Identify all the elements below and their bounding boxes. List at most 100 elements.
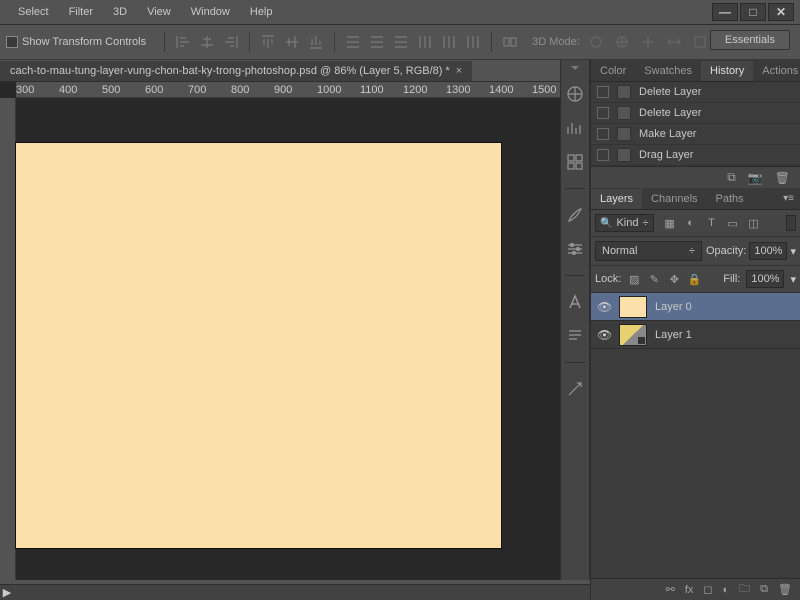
lock-position-icon[interactable]: ✥	[667, 273, 681, 286]
character-icon[interactable]	[565, 292, 585, 312]
window-maximize-button[interactable]: □	[740, 3, 766, 21]
document-tab[interactable]: cach-to-mau-tung-layer-vung-chon-bat-ky-…	[0, 61, 472, 81]
snapshot-icon[interactable]: 📷	[748, 171, 763, 185]
lock-all-icon[interactable]: 🔒	[687, 273, 701, 286]
pan-3d-icon[interactable]	[638, 32, 658, 52]
filter-adjust-icon[interactable]: ◐	[683, 215, 699, 231]
layer-name[interactable]: Layer 1	[655, 329, 692, 341]
info-icon[interactable]	[565, 152, 585, 172]
link-layers-icon[interactable]: ⚯	[666, 583, 675, 596]
delete-layer-icon[interactable]: 🗑	[778, 583, 792, 596]
filter-smart-icon[interactable]: ◫	[746, 215, 762, 231]
filter-type-icon[interactable]: T	[704, 215, 720, 231]
layer-mask-icon[interactable]: ◻	[703, 583, 712, 596]
tab-color[interactable]: Color	[591, 61, 635, 81]
filter-toggle[interactable]	[786, 215, 796, 231]
align-bottom-icon[interactable]	[306, 32, 326, 52]
menu-3d[interactable]: 3D	[103, 6, 137, 18]
layer-thumbnail[interactable]	[619, 296, 647, 318]
distribute-hcenter-icon[interactable]	[439, 32, 459, 52]
chevron-down-icon[interactable]: ▾	[790, 273, 796, 286]
menu-view[interactable]: View	[137, 6, 181, 18]
history-item[interactable]: Drag Layer	[591, 145, 800, 166]
slide-3d-icon[interactable]	[664, 32, 684, 52]
blend-opacity-row: Normal÷ Opacity: 100% ▾	[591, 237, 800, 266]
distribute-vcenter-icon[interactable]	[367, 32, 387, 52]
opacity-value[interactable]: 100%	[749, 242, 787, 260]
align-vcenter-icon[interactable]	[282, 32, 302, 52]
new-layer-icon[interactable]: ⧉	[760, 583, 768, 596]
tab-paths[interactable]: Paths	[707, 189, 753, 209]
menu-filter[interactable]: Filter	[59, 6, 103, 18]
workspace-switcher[interactable]: Essentials	[710, 30, 790, 50]
layer-item[interactable]: 👁 Layer 0	[591, 293, 800, 321]
canvas-area[interactable]	[16, 98, 590, 580]
history-brush-checkbox[interactable]	[597, 107, 609, 119]
menu-select[interactable]: Select	[8, 6, 59, 18]
align-top-icon[interactable]	[258, 32, 278, 52]
layer-fx-icon[interactable]: fx	[685, 584, 694, 596]
adjustments-icon[interactable]	[565, 239, 585, 259]
layer-thumbnail[interactable]	[619, 324, 647, 346]
brush-icon[interactable]	[565, 205, 585, 225]
align-right-icon[interactable]	[221, 32, 241, 52]
lock-transparent-icon[interactable]: ▨	[627, 273, 641, 286]
layer-name[interactable]: Layer 0	[655, 301, 692, 313]
history-item[interactable]: Make Layer	[591, 124, 800, 145]
history-brush-checkbox[interactable]	[597, 128, 609, 140]
distribute-top-icon[interactable]	[343, 32, 363, 52]
filter-kind-dropdown[interactable]: 🔍 Kind ÷	[595, 214, 654, 232]
properties-icon[interactable]	[565, 379, 585, 399]
navigator-icon[interactable]	[565, 84, 585, 104]
tab-swatches[interactable]: Swatches	[635, 61, 701, 81]
histogram-icon[interactable]	[565, 118, 585, 138]
history-state-label: Make Layer	[639, 128, 696, 140]
window-close-button[interactable]: ✕	[768, 3, 794, 21]
filter-shape-icon[interactable]: ▭	[725, 215, 741, 231]
history-item[interactable]: Delete Layer	[591, 82, 800, 103]
distribute-bottom-icon[interactable]	[391, 32, 411, 52]
menu-window[interactable]: Window	[181, 6, 240, 18]
history-brush-checkbox[interactable]	[597, 86, 609, 98]
layer-item[interactable]: 👁 Layer 1	[591, 321, 800, 349]
tab-layers[interactable]: Layers	[591, 189, 642, 209]
menu-help[interactable]: Help	[240, 6, 283, 18]
layer-group-icon[interactable]: 🗀	[739, 580, 750, 599]
history-state-label: Delete Layer	[639, 107, 701, 119]
ruler-vertical[interactable]	[0, 98, 16, 580]
orbit-3d-icon[interactable]	[586, 32, 606, 52]
play-icon[interactable]: ▶	[0, 586, 14, 600]
paragraph-icon[interactable]	[565, 326, 585, 346]
scale-3d-icon[interactable]	[690, 32, 710, 52]
horizontal-scrollbar[interactable]: ▶	[0, 584, 590, 600]
auto-align-icon[interactable]	[500, 32, 520, 52]
tab-history[interactable]: History	[701, 61, 753, 81]
visibility-icon[interactable]: 👁	[597, 300, 611, 314]
history-item[interactable]: Delete Layer	[591, 103, 800, 124]
distribute-right-icon[interactable]	[463, 32, 483, 52]
chevron-down-icon[interactable]: ▾	[790, 245, 796, 258]
tab-actions[interactable]: Actions	[753, 61, 800, 81]
artboard[interactable]	[16, 143, 501, 548]
new-doc-from-state-icon[interactable]: ⧉	[727, 170, 736, 185]
roll-3d-icon[interactable]	[612, 32, 632, 52]
show-transform-checkbox[interactable]	[6, 36, 18, 48]
layers-panel-menu-icon[interactable]: ▾≡	[777, 193, 800, 204]
opacity-label: Opacity:	[706, 245, 746, 257]
visibility-icon[interactable]: 👁	[597, 328, 611, 342]
lock-paint-icon[interactable]: ✎	[647, 273, 661, 286]
ruler-horizontal[interactable]: 3004005006007008009001000110012001300140…	[16, 82, 590, 98]
align-left-icon[interactable]	[173, 32, 193, 52]
dock-handle[interactable]	[567, 66, 583, 70]
window-minimize-button[interactable]: —	[712, 3, 738, 21]
fill-value[interactable]: 100%	[746, 270, 784, 288]
tab-channels[interactable]: Channels	[642, 189, 706, 209]
align-hcenter-icon[interactable]	[197, 32, 217, 52]
distribute-left-icon[interactable]	[415, 32, 435, 52]
blend-mode-dropdown[interactable]: Normal÷	[595, 241, 702, 261]
close-tab-icon[interactable]: ×	[456, 65, 462, 77]
filter-pixel-icon[interactable]: ▦	[662, 215, 678, 231]
adjustment-layer-icon[interactable]: ◐	[723, 584, 730, 596]
delete-state-icon[interactable]: 🗑	[775, 171, 790, 185]
history-brush-checkbox[interactable]	[597, 149, 609, 161]
